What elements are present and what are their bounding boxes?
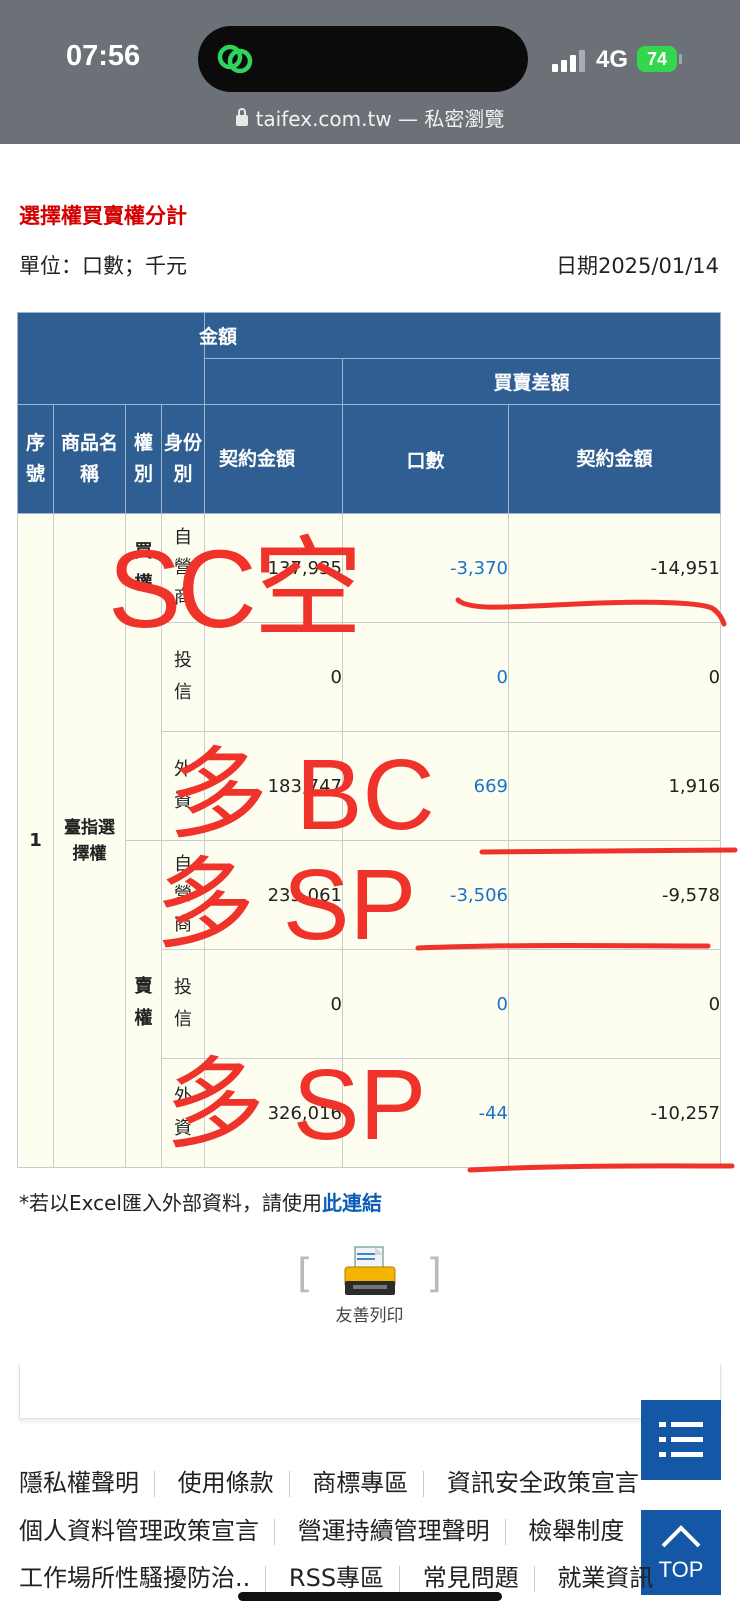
header-right: 權別 bbox=[125, 404, 162, 514]
footer-links-row-2: 個人資料管理政策宣言 營運持續管理聲明 檢舉制度 bbox=[19, 1511, 624, 1546]
header-diff-amount: 契約金額 bbox=[507, 404, 722, 514]
menu-button[interactable] bbox=[641, 1400, 721, 1480]
footer-link[interactable]: RSS專區 bbox=[289, 1564, 384, 1592]
printer-icon bbox=[344, 1246, 396, 1295]
unit-label: 單位：口數；千元 bbox=[19, 254, 187, 278]
header-blank bbox=[17, 312, 126, 405]
identity-cell: 外資 bbox=[161, 1058, 205, 1168]
footer-link[interactable]: 個人資料管理政策宣言 bbox=[19, 1517, 259, 1545]
header-product: 商品名稱 bbox=[53, 404, 126, 514]
header-seq: 序號 bbox=[17, 404, 54, 514]
identity-cell: 外資 bbox=[161, 731, 205, 841]
battery-level: 74 bbox=[646, 49, 668, 69]
header-identity: 身份別 bbox=[161, 404, 205, 514]
dynamic-island bbox=[198, 26, 528, 92]
diff-amount-cell: -10,257 bbox=[507, 1058, 722, 1168]
diff-amount-cell: 0 bbox=[507, 622, 722, 732]
header-blank-2 bbox=[125, 312, 205, 405]
status-bar: 07:56 4G 74 taifex.com.tw — 私密瀏覽 bbox=[0, 0, 740, 144]
diff-amount-cell: -14,951 bbox=[507, 513, 722, 623]
header-amount-group: 金額 bbox=[199, 312, 722, 359]
header-empty bbox=[204, 358, 343, 405]
lots-cell: 0 bbox=[342, 949, 509, 1059]
footer-link[interactable]: 檢舉制度 bbox=[528, 1517, 624, 1545]
date-label: 日期2025/01/14 bbox=[555, 254, 719, 278]
excel-note: *若以Excel匯入外部資料，請使用此連結 bbox=[19, 1187, 382, 1216]
battery-icon: 74 bbox=[637, 46, 677, 72]
footer-link[interactable]: 就業資訊 bbox=[557, 1564, 653, 1592]
header-lots: 口數 bbox=[342, 404, 509, 514]
options-table: 金額 買賣差額 序號 商品名稱 權別 身份別 契約金額 口數 契約金額 1 臺指… bbox=[17, 312, 722, 1168]
footer-link[interactable]: 商標專區 bbox=[312, 1469, 408, 1497]
print-label: 友善列印 bbox=[335, 1306, 404, 1326]
product-cell: 臺指選擇權 bbox=[53, 513, 126, 1168]
lots-cell: -44 bbox=[342, 1058, 509, 1168]
footer-links-row-1: 隱私權聲明 使用條款 商標專區 資訊安全政策宣言 bbox=[19, 1463, 639, 1498]
home-indicator[interactable] bbox=[238, 1592, 502, 1601]
chevron-up-icon bbox=[661, 1525, 701, 1548]
amount-cell: 0 bbox=[204, 622, 343, 732]
header-contract-amount: 契約金額 bbox=[204, 404, 343, 514]
lots-cell: -3,506 bbox=[342, 840, 509, 950]
lots-cell: -3,370 bbox=[342, 513, 509, 623]
diff-amount-cell: 0 bbox=[507, 949, 722, 1059]
note-text: *若以Excel匯入外部資料，請使用 bbox=[19, 1191, 322, 1215]
identity-cell: 投信 bbox=[161, 949, 205, 1059]
bracket-right: ] bbox=[426, 1251, 442, 1297]
amount-cell: 183,747 bbox=[204, 731, 343, 841]
header-diff: 買賣差額 bbox=[341, 358, 722, 405]
link-app-icon bbox=[217, 44, 253, 74]
diff-amount-cell: -9,578 bbox=[507, 840, 722, 950]
page-title: 選擇權買賣權分計 bbox=[19, 204, 187, 228]
network-type: 4G bbox=[596, 46, 629, 73]
seq-cell: 1 bbox=[17, 513, 54, 1168]
identity-cell: 自營商 bbox=[161, 513, 205, 623]
footer-link[interactable]: 資訊安全政策宣言 bbox=[447, 1469, 639, 1497]
content-box bbox=[19, 1364, 721, 1419]
amount-cell: 235,061 bbox=[204, 840, 343, 950]
address-bar[interactable]: taifex.com.tw — 私密瀏覽 bbox=[0, 103, 740, 132]
lots-cell: 0 bbox=[342, 622, 509, 732]
footer-link[interactable]: 使用條款 bbox=[178, 1469, 274, 1497]
url-text: taifex.com.tw — 私密瀏覽 bbox=[255, 107, 505, 131]
footer-link[interactable]: 隱私權聲明 bbox=[19, 1469, 139, 1497]
bracket-left: [ bbox=[297, 1251, 313, 1297]
lots-cell: 669 bbox=[342, 731, 509, 841]
lock-icon bbox=[235, 108, 248, 126]
excel-link[interactable]: 此連結 bbox=[322, 1191, 382, 1215]
amount-cell: 0 bbox=[204, 949, 343, 1059]
identity-cell: 投信 bbox=[161, 622, 205, 732]
identity-cell: 自營商 bbox=[161, 840, 205, 950]
footer-links-row-3: 工作場所性騷擾防治.. RSS專區 常見問題 就業資訊 bbox=[19, 1558, 653, 1593]
amount-cell: 137,935 bbox=[204, 513, 343, 623]
footer-link[interactable]: 營運持續管理聲明 bbox=[298, 1517, 490, 1545]
cell-signal-icon bbox=[552, 50, 588, 72]
battery-cap bbox=[679, 54, 682, 64]
right-put-cell: 賣權 bbox=[125, 840, 162, 1168]
footer-link[interactable]: 常見問題 bbox=[423, 1564, 519, 1592]
status-time: 07:56 bbox=[66, 40, 141, 72]
table-row: 1 臺指選擇權 買權 自營商 137,935 -3,370 -14,951 bbox=[17, 513, 722, 1168]
footer-link[interactable]: 工作場所性騷擾防治.. bbox=[19, 1564, 250, 1592]
amount-cell: 326,016 bbox=[204, 1058, 343, 1168]
print-button[interactable]: [ ] 友善列印 bbox=[297, 1245, 442, 1326]
diff-amount-cell: 1,916 bbox=[507, 731, 722, 841]
right-call-cell: 買權 bbox=[125, 513, 162, 841]
